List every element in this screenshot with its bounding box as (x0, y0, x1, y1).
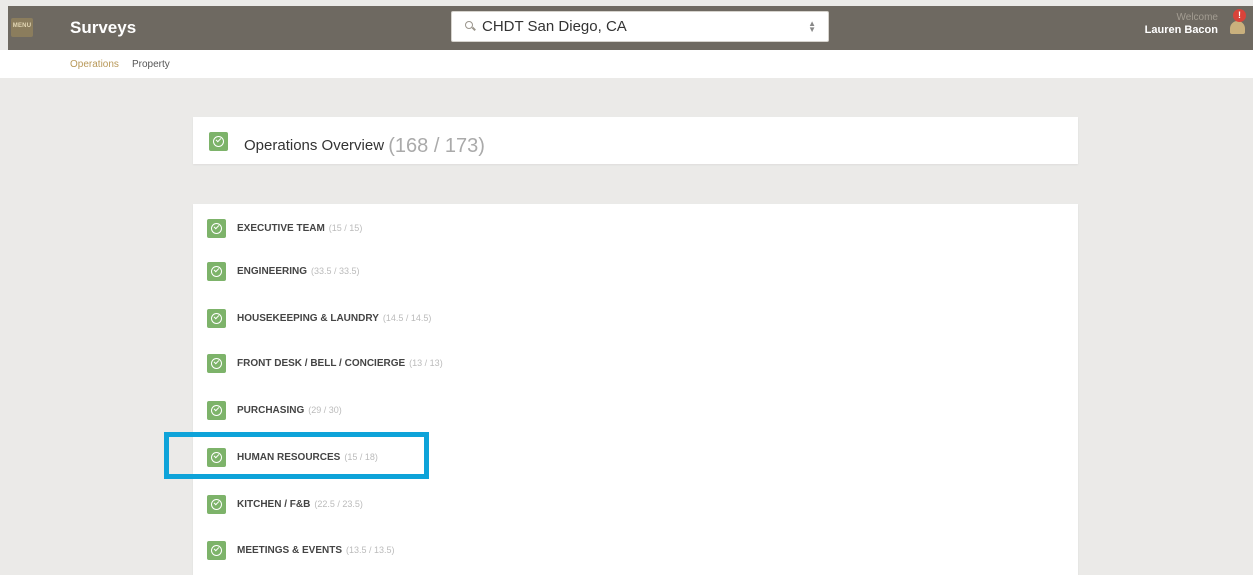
complete-check-icon (207, 219, 226, 238)
notification-badge: ! (1233, 9, 1246, 22)
overview-title-text: Operations Overview (244, 137, 385, 154)
department-score: (33.5 / 33.5) (311, 266, 360, 276)
complete-check-icon (207, 309, 226, 328)
search-icon (465, 21, 473, 29)
overview-title: Operations Overview (168 / 173) (244, 133, 485, 157)
welcome-label: Welcome (1176, 12, 1219, 23)
department-score: (13 / 13) (409, 358, 443, 368)
welcome-block: Welcome Lauren Bacon (1145, 12, 1218, 36)
department-name: MEETINGS & EVENTS (237, 545, 343, 556)
complete-check-icon (207, 541, 226, 560)
menu-button[interactable]: MENU (11, 18, 33, 37)
complete-check-icon (207, 262, 226, 281)
department-name: EXECUTIVE TEAM (237, 223, 325, 234)
department-score: (29 / 30) (308, 405, 342, 415)
menu-label: MENU (12, 23, 32, 29)
department-name: ENGINEERING (237, 266, 308, 277)
department-score: (15 / 15) (328, 223, 363, 233)
department-name: PURCHASING (237, 405, 305, 416)
property-select[interactable]: CHDT San Diego, CA ▲ ▼ (451, 11, 829, 42)
property-select-value: CHDT San Diego, CA (482, 18, 627, 35)
complete-check-icon (209, 132, 228, 151)
department-name: FRONT DESK / BELL / CONCIERGE (237, 358, 406, 369)
tab-operations[interactable]: Operations (70, 59, 119, 70)
app-title: Surveys (70, 18, 137, 37)
department-score: (14.5 / 14.5) (382, 313, 432, 323)
bell-body (1230, 21, 1245, 34)
complete-check-icon (207, 354, 226, 373)
top-bar: MENU Surveys CHDT San Diego, CA ▲ ▼ Welco… (8, 6, 1253, 50)
user-name[interactable]: Lauren Bacon (1145, 24, 1218, 36)
overview-count: (168 / 173) (388, 135, 485, 157)
notifications-bell-icon[interactable]: ! (1228, 9, 1247, 37)
department-score: (13.5 / 13.5) (346, 545, 395, 555)
department-name: KITCHEN / F&B (237, 499, 311, 510)
complete-check-icon (207, 495, 226, 514)
highlight-box (164, 432, 429, 479)
department-list: EXECUTIVE TEAM (15 / 15) ENGINEERING (33.5… (193, 204, 1078, 575)
sub-navigation: Operations Property (0, 50, 1253, 78)
complete-check-icon (207, 401, 226, 420)
operations-overview-card[interactable]: Operations Overview (168 / 173) (193, 117, 1078, 164)
select-caret-icon: ▲ ▼ (808, 19, 816, 34)
department-score: (22.5 / 23.5) (314, 499, 363, 509)
department-name: HOUSEKEEPING & LAUNDRY (237, 313, 379, 324)
tab-property[interactable]: Property (132, 59, 170, 70)
